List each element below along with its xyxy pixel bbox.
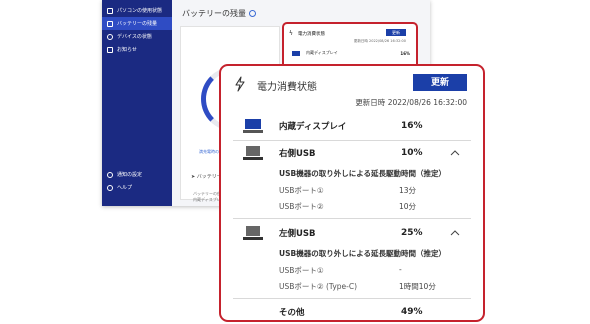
- port-label: USBポート①: [279, 186, 324, 195]
- device-label: 左側USB: [279, 229, 316, 239]
- preview-row: 内蔵ディスプレイ 16%: [292, 50, 410, 56]
- extension-runtime-heading: USB機器の取り外しによる延長駆動時間（推定）: [279, 169, 446, 178]
- chevron-up-icon[interactable]: [450, 150, 460, 156]
- refresh-button[interactable]: 更新: [413, 74, 467, 91]
- device-value: 25%: [401, 228, 423, 238]
- device-row-left-usb[interactable]: 左側USB 25%: [221, 221, 483, 245]
- port-value: 1時間10分: [399, 282, 436, 291]
- device-value: 10%: [401, 148, 423, 158]
- monitor-icon: [292, 50, 300, 56]
- device-label: 右側USB: [279, 149, 316, 159]
- preview-row-value: 16%: [400, 50, 410, 56]
- port-value: -: [399, 265, 402, 274]
- port-value: 13分: [399, 186, 417, 195]
- port-label: USBポート②: [279, 202, 324, 211]
- panel-title: 電力消費状態: [257, 82, 317, 93]
- laptop-icon: [243, 225, 263, 240]
- power-consumption-panel: 電力消費状態 更新 更新日時 2022/08/26 16:32:00 内蔵ディス…: [219, 64, 485, 322]
- preview-row-label: 内蔵ディスプレイ: [306, 50, 338, 55]
- port-label: USBポート①: [279, 266, 324, 275]
- device-row-internal-display: 内蔵ディスプレイ 16%: [221, 114, 483, 138]
- lightning-icon: ϟ: [289, 30, 293, 37]
- device-value: 16%: [401, 121, 423, 131]
- monitor-icon: [243, 118, 263, 133]
- divider: [233, 298, 471, 299]
- updated-timestamp: 更新日時 2022/08/26 16:32:00: [355, 98, 467, 107]
- port-label: USBポート② (Type-C): [279, 282, 358, 291]
- lightning-icon: [235, 76, 245, 92]
- device-label: その他: [279, 308, 305, 318]
- divider: [233, 218, 471, 219]
- port-value: 10分: [399, 202, 417, 211]
- preview-updated-time: 更新日時 2022/08/26 16:32:00: [353, 39, 406, 43]
- preview-title: 電力消費状態: [298, 32, 325, 37]
- device-value: 49%: [401, 307, 423, 317]
- chevron-up-icon[interactable]: [450, 230, 460, 236]
- laptop-icon: [243, 145, 263, 160]
- device-row-other: その他 49%: [221, 300, 483, 320]
- preview-refresh-button[interactable]: 更新: [386, 29, 406, 36]
- device-row-right-usb[interactable]: 右側USB 10%: [221, 141, 483, 165]
- device-label: 内蔵ディスプレイ: [279, 122, 347, 132]
- extension-runtime-heading: USB機器の取り外しによる延長駆動時間（推定）: [279, 249, 446, 258]
